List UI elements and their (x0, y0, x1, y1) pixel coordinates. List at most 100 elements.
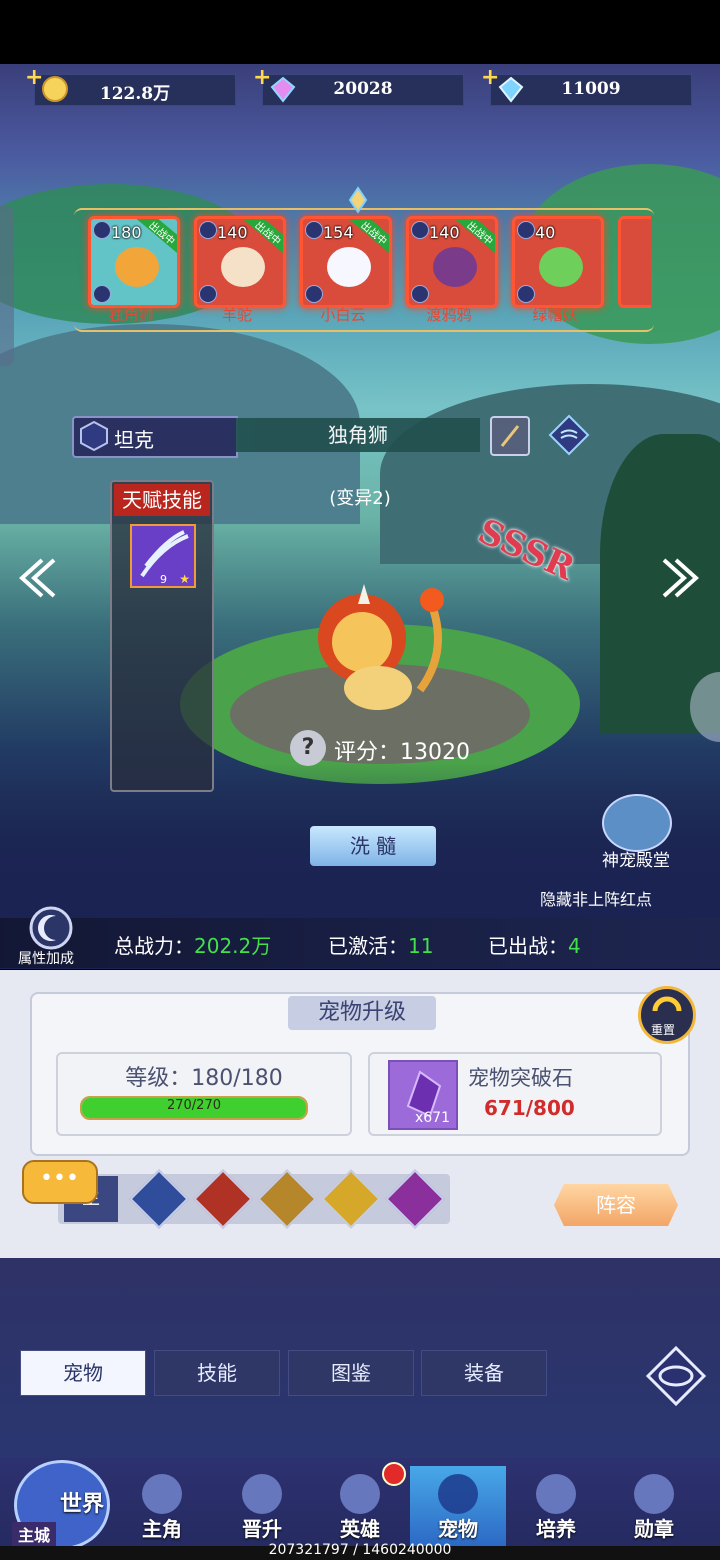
refresh-icon (652, 996, 682, 1012)
pet-card[interactable]: 140 出战中 (194, 216, 286, 308)
moon-star-icon (29, 906, 73, 950)
reset-button[interactable]: 重置 (638, 986, 696, 1044)
pet-name: 独角狮 (108, 306, 154, 324)
pet-level: 140 (217, 223, 248, 242)
support-role-icon (305, 285, 323, 303)
prev-pet-arrow-icon[interactable] (14, 556, 58, 600)
rename-button[interactable] (490, 416, 530, 456)
nav-hero[interactable]: 主角 (114, 1466, 210, 1546)
fire-element-icon (305, 221, 323, 239)
shield-role-icon (199, 285, 217, 303)
heal-role-icon (517, 285, 535, 303)
gem-currency[interactable]: + 20028 (253, 65, 464, 106)
total-power: 总战力：202.2万 (114, 930, 271, 959)
pet-card[interactable]: 40 (512, 216, 604, 308)
item-name: 宠物突破石 (468, 1066, 573, 1090)
unicorn-lion-pet-icon (318, 584, 444, 710)
nav-label: 主角 (142, 1517, 182, 1541)
chat-bubble-button[interactable]: ••• (22, 1160, 98, 1204)
talent-skill-slot[interactable]: 9 ★ (130, 524, 196, 588)
world-label: 世界 (60, 1492, 105, 1517)
breakthrough-item-box[interactable]: x671 宠物突破石 671/800 (368, 1052, 662, 1136)
nav-promotion[interactable]: 晋升 (214, 1466, 310, 1546)
next-pet-arrow-icon[interactable] (660, 556, 704, 600)
footer-counter: 207321797 / 1460240000 (268, 1542, 452, 1558)
nav-pets[interactable]: 宠物 (410, 1466, 506, 1546)
pet-paw-icon (438, 1474, 478, 1514)
nav-label: 培养 (536, 1517, 576, 1541)
tab-collection[interactable]: 图鉴 (288, 1350, 414, 1396)
pet-level: 140 (429, 223, 460, 242)
power-label: 总战力： (114, 934, 194, 958)
pet-card-partial[interactable] (618, 216, 651, 308)
gold-value: 122.8万 (99, 84, 171, 104)
earth-element-icon (199, 221, 217, 239)
world-button[interactable]: 世界 主城 (6, 1430, 110, 1554)
feather-pen-icon (500, 425, 520, 447)
tab-pets[interactable]: 宠物 (20, 1350, 146, 1396)
pet-name: 渡鸦鸦 (426, 306, 472, 324)
hide-red-dot-toggle[interactable]: 隐藏非上阵红点 (540, 886, 652, 910)
eye-emblem-icon[interactable] (644, 1344, 708, 1408)
role-label: 坦克 (114, 428, 154, 452)
cultivate-icon (536, 1474, 576, 1514)
promotion-icon (242, 1474, 282, 1514)
side-drawer-handle[interactable] (0, 206, 14, 366)
pet-temple-button[interactable] (602, 794, 672, 852)
gold-currency[interactable]: + 122.8万 (25, 65, 236, 106)
pet-name: 羊驼 (221, 306, 252, 324)
pet-card[interactable]: 180 出战中 (88, 216, 180, 308)
score-label: 评分：13020 (334, 740, 470, 765)
tab-equipment[interactable]: 装备 (421, 1350, 547, 1396)
pet-card[interactable]: 140 出战中 (406, 216, 498, 308)
wind-element-icon (517, 221, 535, 239)
skill-level: 9 (160, 573, 167, 586)
pet-name-banner: 独角狮 (236, 418, 480, 452)
talent-header: 天赋技能 (114, 484, 210, 516)
shield-role-icon (93, 285, 111, 303)
shield-icon (80, 420, 108, 452)
nav-medals[interactable]: 勋章 (606, 1466, 702, 1546)
tab-label: 技能 (197, 1361, 237, 1385)
activated-value: 11 (408, 934, 434, 958)
attr-bonus-button[interactable]: 属性加成 (16, 904, 86, 967)
pet-level: 154 (323, 223, 354, 242)
attr-bonus-label: 属性加成 (18, 951, 74, 967)
ellipsis-icon: ••• (40, 1166, 79, 1191)
activated-label: 已激活： (328, 934, 408, 958)
diamond-currency[interactable]: + 11009 (481, 65, 692, 106)
status-bar (0, 0, 720, 64)
reset-label: 重置 (651, 1023, 676, 1037)
score-help-icon[interactable]: ? (290, 730, 326, 766)
star-icon: ★ (179, 572, 190, 586)
breakthrough-stone-slot[interactable]: x671 (388, 1060, 458, 1130)
nav-label: 英雄 (340, 1517, 380, 1541)
upgrade-title: 宠物升级 (317, 1000, 406, 1025)
wind-element-icon (548, 414, 590, 456)
tab-label: 宠物 (63, 1361, 103, 1385)
pet-card[interactable]: 154 出战中 (300, 216, 392, 308)
crown-ornament-icon (348, 186, 368, 214)
wash-button-label: 洗 髓 (349, 834, 397, 858)
talent-title: 天赋技能 (122, 488, 202, 512)
medal-icon (634, 1474, 674, 1514)
tab-label: 装备 (464, 1361, 504, 1385)
tab-skills[interactable]: 技能 (154, 1350, 280, 1396)
exp-text: 270/270 (166, 1098, 221, 1113)
level-label: 等级：180/180 (125, 1066, 283, 1091)
tab-label: 图鉴 (331, 1361, 371, 1385)
pet-name: 绿帽妖 (532, 306, 578, 324)
wash-button[interactable]: 洗 髓 (310, 826, 436, 866)
hero-icon (142, 1474, 182, 1514)
alpaca-pet-icon (221, 247, 265, 287)
nav-label: 勋章 (634, 1517, 674, 1541)
temple-label: 神宠殿堂 (602, 851, 670, 871)
fire-element-icon (411, 221, 429, 239)
nav-cultivate[interactable]: 培养 (508, 1466, 604, 1546)
formation-button[interactable]: 阵容 (554, 1184, 678, 1226)
deployed-count: 已出战：4 (488, 930, 581, 959)
variant-label: (变异2) (329, 488, 391, 509)
attack-role-icon (411, 285, 429, 303)
pet-name: 小白云 (320, 306, 366, 324)
diamond-value: 11009 (561, 79, 621, 99)
